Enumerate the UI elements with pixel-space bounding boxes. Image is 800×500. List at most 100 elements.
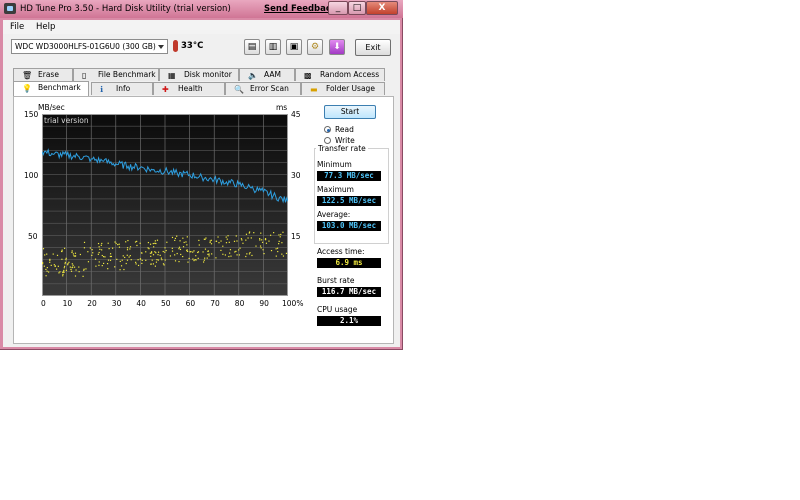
access-time-point [97,253,99,255]
access-time-point [275,255,277,257]
drive-select[interactable]: WDC WD3000HLFS-01G6U0 (300 GB) [11,39,168,54]
access-time-point [248,232,250,234]
tab-aam[interactable]: 🔈 AAM [239,68,295,81]
tab-folder-usage[interactable]: ▬ Folder Usage [301,82,385,95]
access-time-point [171,247,173,249]
access-time-point [192,251,194,253]
tab-error-scan[interactable]: 🔍 Error Scan [225,82,301,95]
start-button[interactable]: Start [324,105,376,119]
tab-disk-monitor[interactable]: ▦ Disk monitor [159,68,239,81]
access-time-point [277,250,279,253]
access-time-point [193,259,195,262]
access-time-point [78,271,80,273]
access-time-point [46,253,48,255]
tabs-panel: 🗑 Erase ▯ File Benchmark ▦ Disk monitor 🔈 AA… [3,64,400,347]
access-time-point [83,269,85,271]
maximize-button[interactable]: □ [348,1,366,15]
access-time-point [281,242,283,244]
x-tick-label: 100% [282,299,304,308]
access-time-point [171,250,174,252]
tab-info[interactable]: ℹ Info [91,82,153,95]
access-time-point [150,263,152,265]
app-window: HD Tune Pro 3.50 - Hard Disk Utility (tr… [0,0,403,350]
tab-erase[interactable]: 🗑 Erase [13,68,73,81]
access-time-point [42,261,44,264]
menu-help[interactable]: Help [36,22,55,32]
access-time-point [159,254,161,256]
access-time-point [94,258,97,260]
access-time-point [228,255,230,258]
access-time-point [186,244,188,246]
write-radio[interactable] [324,137,331,144]
access-time-point [49,258,51,260]
save-button[interactable]: ▣ [286,39,302,55]
access-time-point [260,232,262,234]
access-time-point [92,252,94,254]
access-time-point [176,235,178,237]
access-time-point [188,257,190,260]
options-button[interactable]: ⚙ [307,39,323,55]
access-time-point [149,243,152,245]
transfer-rate-label: Transfer rate [316,144,368,153]
tab-aam-label: AAM [264,70,281,79]
minimize-button[interactable]: _ [328,1,348,15]
access-time-point [79,253,81,256]
exit-button[interactable]: Exit [355,39,391,56]
access-time-point [262,249,264,251]
access-time-point [141,252,143,254]
access-time-point [282,231,284,233]
x-tick-label: 40 [136,299,146,308]
access-time-point [154,240,156,242]
access-time-point [162,250,164,253]
access-time-point [116,258,118,260]
access-time-point [182,255,184,258]
send-feedback-link[interactable]: Send Feedback [264,4,337,14]
tab-health[interactable]: ✚ Health [153,82,225,95]
access-time-point [64,261,66,263]
access-time-point [48,271,50,273]
access-time-point [73,266,76,268]
access-time-point [55,268,58,270]
info-icon: ℹ [100,85,104,94]
access-time-point [202,251,204,253]
access-time-point [126,254,128,256]
access-time-point [261,239,263,241]
read-radio[interactable] [324,126,331,133]
access-time-point [42,263,44,265]
access-time-point [106,263,109,265]
access-time-point [71,266,73,269]
access-time-point [74,252,77,254]
access-time-point [122,255,124,257]
access-time-point [119,269,121,271]
access-time-point [68,261,70,263]
access-time-point [245,255,247,258]
copy-screenshot-button[interactable]: ▥ [265,39,281,55]
close-button[interactable]: X [366,1,398,15]
access-time-point [174,254,176,256]
access-time-point [224,254,226,256]
trial-version-watermark: trial version [44,116,89,125]
access-time-point [71,251,73,254]
access-time-point [164,259,166,261]
tab-benchmark[interactable]: 💡 Benchmark [13,81,89,96]
cpu-usage-label: CPU usage [317,305,358,314]
average-label: Average: [317,210,351,219]
access-time-point [65,269,67,271]
access-time-point [278,240,280,242]
maximum-label: Maximum [317,185,354,194]
access-time-point [109,259,112,261]
menu-bar: File Help [3,20,400,34]
tab-random-access[interactable]: ▩ Random Access [295,68,385,81]
menu-file[interactable]: File [10,22,24,32]
access-time-point [135,261,137,263]
access-time-point [129,246,132,248]
access-time-point [71,263,73,265]
access-time-point [280,233,282,236]
access-time-point [215,240,217,242]
y-tick-right-15: 15 [291,232,301,241]
access-time-point [101,254,103,257]
title-bar[interactable]: HD Tune Pro 3.50 - Hard Disk Utility (tr… [0,0,403,18]
tab-file-benchmark[interactable]: ▯ File Benchmark [73,68,159,81]
download-button[interactable]: ⬇ [329,39,345,55]
copy-info-button[interactable]: ▤ [244,39,260,55]
